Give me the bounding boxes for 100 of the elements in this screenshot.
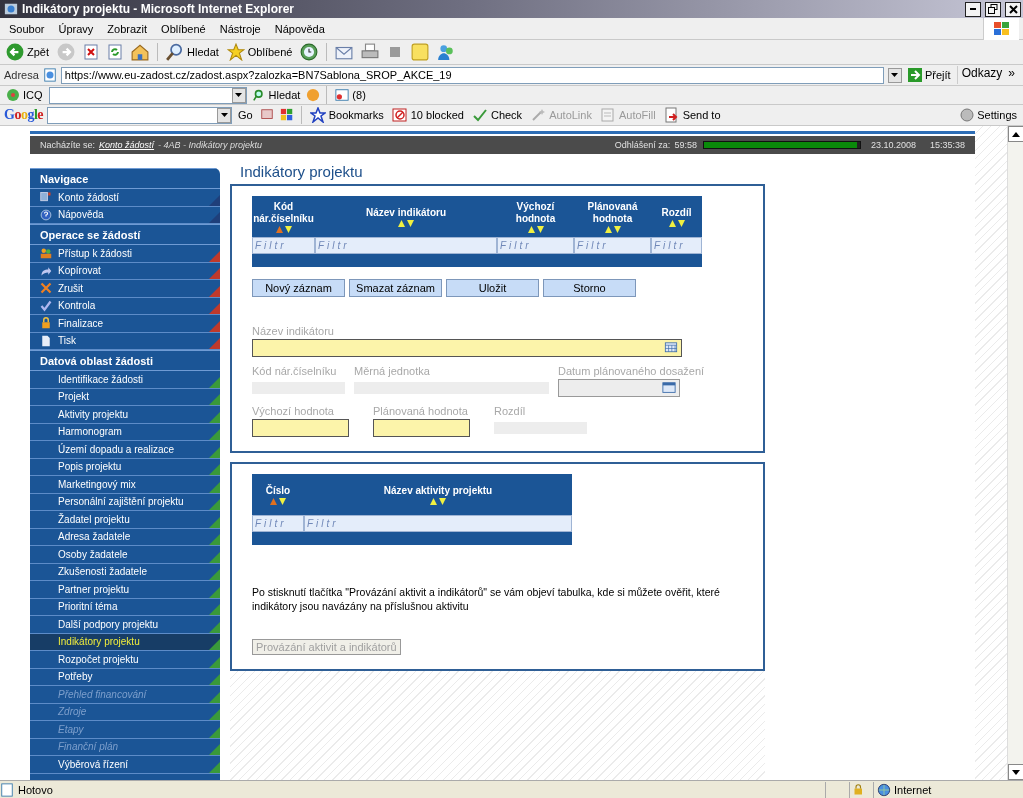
toolbar-button[interactable]: Bookmarks bbox=[307, 107, 386, 123]
close-button[interactable] bbox=[1005, 1, 1021, 17]
column-header[interactable]: Kód nár.číselníku bbox=[252, 196, 315, 237]
sidebar-item[interactable]: Přístup k žádosti bbox=[30, 245, 220, 263]
sidebar-item[interactable]: Konto žádostí bbox=[30, 189, 220, 207]
toolbar-button[interactable] bbox=[129, 43, 151, 61]
sort-arrows-icon[interactable] bbox=[604, 225, 621, 233]
blocked-popup-icon bbox=[391, 107, 408, 123]
scroll-down-button[interactable] bbox=[1008, 764, 1023, 780]
input-field[interactable] bbox=[252, 339, 682, 357]
column-header[interactable]: Výchozí hodnota bbox=[497, 196, 574, 237]
sort-arrows-icon[interactable] bbox=[398, 219, 414, 227]
note-icon bbox=[411, 43, 430, 61]
field-label: Kód nár.číselníku bbox=[252, 365, 338, 377]
toolbar-button[interactable]: Check bbox=[469, 107, 525, 123]
sort-arrows-icon[interactable] bbox=[668, 219, 685, 227]
scroll-up-button[interactable] bbox=[1008, 126, 1023, 142]
help-icon bbox=[40, 208, 52, 221]
go-button[interactable]: Go bbox=[236, 109, 255, 121]
restore-button[interactable] bbox=[985, 1, 1001, 17]
scrollbar[interactable] bbox=[1007, 126, 1023, 780]
zone-text: Internet bbox=[894, 783, 932, 796]
toolbar-button[interactable] bbox=[81, 44, 101, 60]
filter-field[interactable]: Filtr bbox=[497, 237, 574, 254]
page-icon bbox=[42, 68, 57, 82]
action-button[interactable]: Uložit bbox=[446, 279, 539, 297]
toolbar-button[interactable] bbox=[105, 44, 125, 60]
icq-search-button[interactable]: Hledat bbox=[250, 88, 303, 102]
breadcrumb-label: Nacházíte se: bbox=[40, 140, 96, 150]
address-label: Adresa bbox=[4, 69, 39, 81]
page-title: Indikátory projektu bbox=[240, 163, 364, 180]
stop-icon bbox=[83, 44, 99, 60]
send-icon bbox=[663, 107, 680, 123]
sidebar-item[interactable]: Finalizace bbox=[30, 315, 220, 333]
minimize-button[interactable] bbox=[965, 1, 981, 17]
sort-arrows-icon[interactable] bbox=[527, 225, 544, 233]
field-label: Plánovaná hodnota bbox=[373, 405, 469, 417]
filter-field[interactable]: Filtr bbox=[651, 237, 702, 254]
logout-label: Odhlášení za: bbox=[614, 140, 671, 150]
sidebar-item[interactable]: Žadatel projektu bbox=[30, 511, 220, 529]
toolbar-button[interactable]: Oblíbené bbox=[224, 43, 295, 61]
breadcrumb-text: - 4AB - Indikátory projektu bbox=[158, 140, 263, 150]
field-label: Datum plánovaného dosažení bbox=[558, 365, 705, 377]
input-field[interactable] bbox=[373, 419, 470, 437]
sidebar-heading: Operace se žádostí bbox=[30, 224, 220, 245]
toolbar-button[interactable]: 10 blocked bbox=[389, 107, 466, 123]
menu-item[interactable]: Soubor bbox=[4, 22, 50, 35]
spellcheck-icon bbox=[471, 107, 488, 123]
address-field[interactable]: https://www.eu-zadost.cz/zadost.aspx?zalozka=BN7Sablona_SROP_AKCE_19 bbox=[60, 66, 884, 84]
links-button[interactable]: Odkazy » bbox=[956, 66, 1019, 84]
toolbar-button[interactable]: Hledat bbox=[164, 43, 221, 61]
input-field[interactable] bbox=[252, 419, 349, 437]
sort-arrows-icon[interactable] bbox=[270, 497, 286, 505]
toolbar-button[interactable]: Send to bbox=[661, 107, 723, 123]
sidebar-item[interactable]: Území dopadu a realizace bbox=[30, 441, 220, 459]
sort-arrows-icon[interactable] bbox=[430, 497, 446, 505]
menu-item[interactable]: Úpravy bbox=[53, 22, 99, 35]
settings-button[interactable]: Settings bbox=[958, 108, 1019, 122]
filter-field[interactable]: Filtr bbox=[574, 237, 651, 254]
go-button[interactable]: Přejít bbox=[905, 68, 953, 82]
column-header[interactable]: Číslo bbox=[252, 474, 304, 515]
star-icon bbox=[226, 43, 245, 61]
column-header[interactable]: Rozdíl bbox=[651, 196, 702, 237]
sort-arrows-icon[interactable] bbox=[275, 225, 292, 233]
caret-icon bbox=[891, 73, 899, 77]
menu-item[interactable]: Zobrazit bbox=[102, 22, 153, 35]
messages-button[interactable]: (8) bbox=[333, 88, 368, 102]
icq-search-field[interactable] bbox=[48, 86, 247, 104]
date-text: 23.10.2008 bbox=[870, 140, 916, 150]
caret-icon bbox=[235, 93, 243, 97]
filter-field[interactable]: Filtr bbox=[252, 515, 304, 532]
action-button[interactable]: Storno bbox=[543, 279, 636, 297]
page-icon bbox=[0, 782, 14, 797]
column-header[interactable]: Název indikátoru bbox=[315, 196, 497, 237]
clock-icon bbox=[300, 43, 319, 61]
action-button[interactable]: Nový záznam bbox=[252, 279, 345, 297]
input-field[interactable] bbox=[558, 379, 680, 397]
menu-item[interactable]: Nástroje bbox=[214, 22, 266, 35]
column-header[interactable]: Název aktivity projektu bbox=[304, 474, 572, 515]
dropdown-button[interactable] bbox=[887, 67, 902, 83]
menu-item[interactable]: Oblíbené bbox=[156, 22, 211, 35]
filter-field[interactable]: Filtr bbox=[252, 237, 315, 254]
toolbar-button[interactable]: Zpět bbox=[4, 43, 51, 61]
filter-field[interactable]: Filtr bbox=[304, 515, 572, 532]
column-header[interactable]: Plánovaná hodnota bbox=[574, 196, 651, 237]
google-search-field[interactable] bbox=[47, 106, 232, 124]
table-icon bbox=[663, 341, 679, 355]
icq-button[interactable]: ICQ bbox=[4, 88, 45, 102]
filter-field[interactable]: Filtr bbox=[315, 237, 497, 254]
up-arrow-icon bbox=[1012, 131, 1020, 137]
sidebar-item[interactable]: Zrušit bbox=[30, 280, 220, 298]
action-button[interactable]: Smazat záznam bbox=[349, 279, 442, 297]
field-label: Měrná jednotka bbox=[354, 365, 431, 377]
dropdown-button[interactable] bbox=[231, 87, 246, 103]
browser-icon bbox=[4, 2, 18, 16]
field-label: Název indikátoru bbox=[252, 325, 335, 337]
breadcrumb-link[interactable]: Konto žádostí bbox=[99, 140, 155, 150]
dropdown-button[interactable] bbox=[217, 107, 231, 123]
menu-item[interactable]: Nápověda bbox=[269, 22, 330, 35]
toolbar-button[interactable] bbox=[359, 43, 382, 61]
